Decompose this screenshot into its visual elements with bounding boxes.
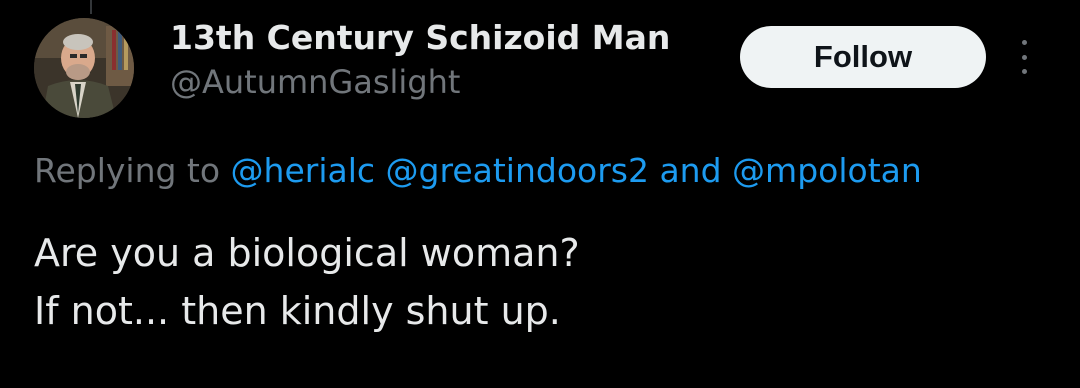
vertical-ellipsis-icon [1021, 40, 1027, 74]
follow-button[interactable]: Follow [740, 26, 986, 88]
mention-link-herialc[interactable]: @herialc [231, 151, 376, 190]
thread-connector-line [90, 0, 92, 14]
replying-to-line: Replying to @herialc @greatindoors2 and … [34, 148, 922, 194]
mention-link-greatindoors2[interactable]: @greatindoors2 [386, 151, 649, 190]
tweet-text-line: Are you a biological woman? [34, 231, 580, 275]
avatar[interactable] [34, 18, 134, 118]
more-options-button[interactable] [1012, 38, 1036, 78]
mention-conjunction[interactable]: and [649, 151, 732, 190]
avatar-image [34, 18, 134, 118]
author-handle[interactable]: @AutumnGaslight [170, 60, 670, 104]
tweet-text-line: If not... then kindly shut up. [34, 289, 561, 333]
tweet-text: Are you a biological woman? If not... th… [34, 224, 580, 340]
mention-link-mpolotan[interactable]: @mpolotan [732, 151, 922, 190]
tweet-header: 13th Century Schizoid Man @AutumnGasligh… [170, 16, 670, 104]
mention-separator [375, 151, 386, 190]
replying-to-prefix: Replying to [34, 151, 231, 190]
author-display-name[interactable]: 13th Century Schizoid Man [170, 16, 670, 60]
